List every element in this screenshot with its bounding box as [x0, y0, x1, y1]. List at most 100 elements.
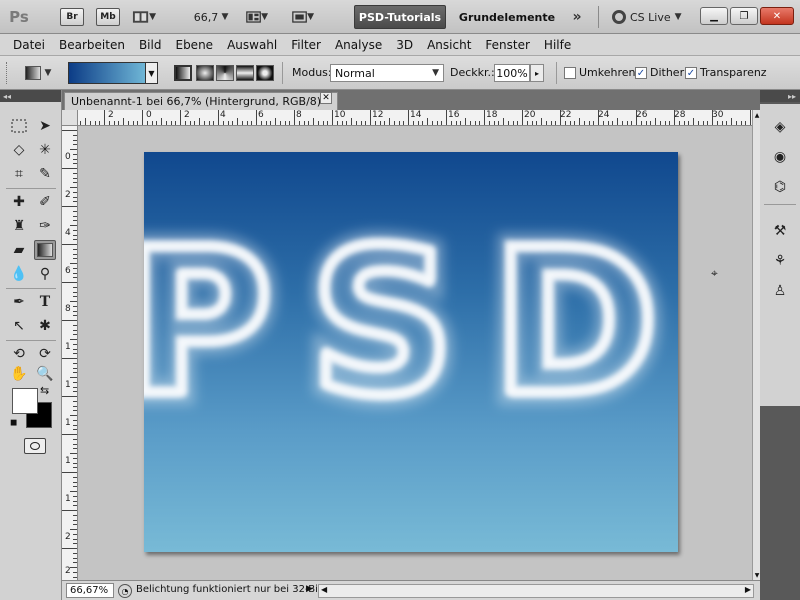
maximize-button[interactable]: ❐ — [730, 7, 758, 25]
document-tab[interactable]: Unbenannt-1 bei 66,7% (Hintergrund, RGB/… — [64, 92, 338, 110]
chevron-down-icon[interactable]: ▼ — [220, 6, 230, 28]
path-selection-tool[interactable]: ↖ — [8, 316, 30, 336]
arrange-documents-button[interactable]: ▼ — [246, 6, 268, 28]
menu-fenster[interactable]: Fenster — [478, 38, 537, 52]
quick-mask-button[interactable] — [24, 438, 46, 454]
document-canvas[interactable]: PSD PSD PSD — [113, 152, 678, 552]
ruler-tick — [170, 121, 172, 125]
transparency-checkbox[interactable]: ✓ — [685, 67, 697, 79]
panel-collapse-bar[interactable]: ◂◂ — [0, 90, 61, 102]
menu-bearbeiten[interactable]: Bearbeiten — [52, 38, 132, 52]
opacity-input[interactable]: 100% — [494, 64, 530, 82]
shape-tool[interactable]: ✱ — [34, 316, 56, 336]
bridge-button[interactable]: Br — [60, 8, 84, 26]
menu-auswahl[interactable]: Auswahl — [220, 38, 284, 52]
workspace-psd-tutorials-button[interactable]: PSD-Tutorials — [354, 5, 446, 29]
extras-menu-button[interactable]: ▼ — [132, 6, 156, 28]
gradient-tool[interactable] — [34, 240, 56, 260]
menu-ansicht[interactable]: Ansicht — [420, 38, 478, 52]
type-tool[interactable]: T — [34, 292, 56, 312]
mode-select[interactable]: Normal ▼ — [330, 64, 444, 82]
more-workspaces-icon[interactable]: » — [566, 6, 588, 28]
diamond-gradient-button[interactable] — [256, 65, 274, 81]
dodge-tool[interactable]: ⚲ — [34, 264, 56, 284]
ruler-label: 28 — [674, 110, 686, 120]
ruler-tick — [70, 567, 77, 568]
3d-orbit-tool[interactable]: ⟳ — [34, 344, 56, 364]
clone-source-panel-button[interactable]: ⚘ — [768, 250, 792, 272]
scroll-left-icon[interactable]: ◀ — [321, 585, 327, 594]
reverse-checkbox[interactable] — [564, 67, 576, 79]
status-menu-arrow-icon[interactable]: ▶ — [306, 584, 313, 594]
close-document-icon[interactable]: ✕ — [320, 92, 332, 104]
lasso-icon: ◇ — [13, 142, 25, 158]
vertical-scrollbar[interactable]: ▲ ▼ — [752, 110, 760, 580]
gradient-picker-arrow[interactable]: ▼ — [146, 62, 158, 84]
ruler-tick — [218, 110, 219, 125]
crop-tool[interactable]: ⌗ — [8, 164, 30, 184]
move-tool[interactable]: ➤ — [34, 116, 56, 136]
ruler-tick — [104, 110, 105, 125]
marquee-tool[interactable] — [8, 116, 30, 136]
eraser-tool[interactable]: ▰ — [8, 240, 30, 260]
menu-3d[interactable]: 3D — [389, 38, 420, 52]
tool-preset-picker[interactable]: ▼ — [18, 64, 58, 82]
menu-hilfe[interactable]: Hilfe — [537, 38, 578, 52]
zoom-status-field[interactable]: 66,67% — [66, 583, 114, 598]
panel-expand-bar[interactable]: ▸▸ — [760, 90, 800, 102]
magic-wand-tool[interactable]: ✳ — [34, 140, 56, 160]
brush-presets-panel-button[interactable]: ⚒ — [768, 220, 792, 242]
brush-tool[interactable]: ✐ — [34, 192, 56, 212]
tool-presets-panel-button[interactable]: ♙ — [768, 280, 792, 302]
close-button[interactable]: ✕ — [760, 7, 794, 25]
hand-tool[interactable]: ✋ — [8, 364, 30, 384]
healing-brush-tool[interactable]: ✚ — [8, 192, 30, 212]
history-brush-tool[interactable]: ✑ — [34, 216, 56, 236]
horizontal-scrollbar[interactable]: ◀ ▶ — [318, 584, 754, 598]
opacity-slider-button[interactable]: ▸ — [530, 64, 544, 82]
menu-bild[interactable]: Bild — [132, 38, 169, 52]
clone-source-icon: ⚘ — [773, 253, 787, 269]
workspace-grundelemente-button[interactable]: Grundelemente — [452, 5, 562, 29]
scroll-right-icon[interactable]: ▶ — [745, 585, 751, 594]
linear-gradient-button[interactable] — [174, 65, 192, 81]
menu-datei[interactable]: Datei — [6, 38, 52, 52]
dither-checkbox[interactable]: ✓ — [635, 67, 647, 79]
swap-colors-icon[interactable]: ⇆ — [40, 384, 49, 397]
ruler-tick — [370, 110, 371, 125]
pen-tool[interactable]: ✒ — [8, 292, 30, 312]
mini-bridge-button[interactable]: Mb — [96, 8, 120, 26]
collapse-arrows-icon: ◂◂ — [3, 91, 12, 101]
gradient-editor-swatch[interactable] — [68, 62, 146, 84]
zoom-tool[interactable]: 🔍 — [34, 364, 56, 384]
minimize-button[interactable]: ▁ — [700, 7, 728, 25]
ruler-tick — [62, 168, 77, 169]
status-info-icon[interactable]: ◔ — [118, 584, 132, 598]
ruler-origin[interactable] — [62, 110, 78, 126]
foreground-color-swatch[interactable] — [12, 388, 38, 414]
lasso-tool[interactable]: ◇ — [8, 140, 30, 160]
angle-gradient-button[interactable] — [216, 65, 234, 81]
menu-ebene[interactable]: Ebene — [168, 38, 220, 52]
vertical-ruler[interactable]: 0 2 4 6 8 1 1 1 1 1 2 2 — [62, 126, 78, 580]
3d-rotate-tool[interactable]: ⟲ — [8, 344, 30, 364]
radial-gradient-button[interactable] — [196, 65, 214, 81]
blur-tool[interactable]: 💧 — [8, 264, 30, 284]
options-bar-grip[interactable] — [6, 62, 10, 84]
clone-stamp-tool[interactable]: ♜ — [8, 216, 30, 236]
screen-mode-button[interactable]: ▼ — [292, 6, 314, 28]
cs-live-button[interactable]: CS Live ▼ — [612, 6, 692, 28]
channels-panel-button[interactable]: ◉ — [768, 146, 792, 168]
eyedropper-tool[interactable]: ✎ — [34, 164, 56, 184]
menu-analyse[interactable]: Analyse — [328, 38, 389, 52]
menu-filter[interactable]: Filter — [284, 38, 328, 52]
ruler-tick — [73, 457, 77, 459]
default-colors-icon[interactable]: ◼ — [10, 418, 17, 428]
paths-panel-button[interactable]: ⌬ — [768, 176, 792, 198]
mode-value: Normal — [335, 66, 375, 80]
layers-panel-button[interactable]: ◈ — [768, 116, 792, 138]
horizontal-ruler[interactable]: 2 0 2 4 6 8 10 12 14 16 18 20 22 24 26 2… — [62, 110, 752, 126]
ruler-tick — [479, 121, 481, 125]
reflected-gradient-button[interactable] — [236, 65, 254, 81]
document-workspace[interactable]: PSD PSD PSD ⌖ — [78, 126, 752, 580]
